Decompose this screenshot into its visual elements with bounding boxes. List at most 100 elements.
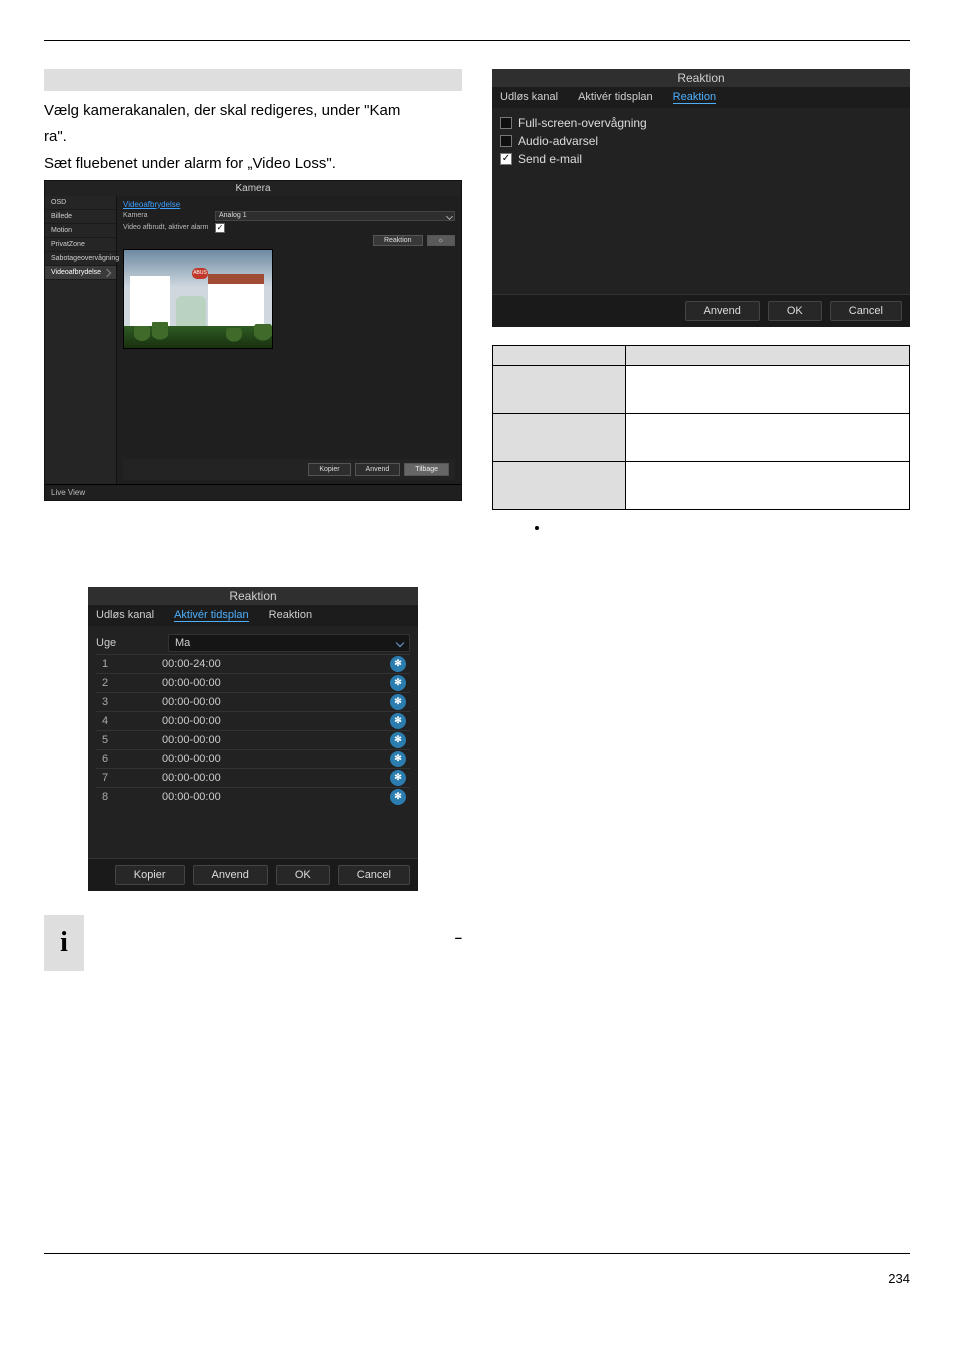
menu-sabotage[interactable]: Sabotageovervågning <box>45 252 116 266</box>
settings-icon[interactable]: ✻ <box>390 789 406 805</box>
row-index: 4 <box>96 712 156 730</box>
table-row <box>493 414 910 462</box>
menu-billede[interactable]: Billede <box>45 210 116 224</box>
tab-aktiver-tidsplan[interactable]: Aktivér tidsplan <box>174 609 249 622</box>
reaction-item[interactable]: Full-screen-overvågning <box>500 114 902 132</box>
settings-icon[interactable]: ✻ <box>390 713 406 729</box>
info-icon: i <box>44 915 84 971</box>
menu-motion[interactable]: Motion <box>45 224 116 238</box>
row-index: 2 <box>96 674 156 692</box>
reaction-body: Full-screen-overvågning Audio-advarselSen… <box>492 108 910 294</box>
abus-sign: ABUS <box>192 268 208 279</box>
camera-preview: ABUS <box>123 249 273 349</box>
tab-udlos-kanal[interactable]: Udløs kanal <box>96 609 154 622</box>
menu-videoafbrydelse[interactable]: Videoafbrydelse <box>45 266 116 280</box>
settings-icon[interactable]: ✻ <box>390 770 406 786</box>
alarm-checkbox[interactable] <box>215 223 225 233</box>
schedule-row: 600:00-00:00✻ <box>96 749 410 768</box>
left-column: Vælg kamerakanalen, der skal redigeres, … <box>44 69 462 971</box>
reaktion-button[interactable]: Reaktion <box>373 235 423 246</box>
reaction-title: Reaktion <box>492 69 910 87</box>
anvend-button[interactable]: Anvend <box>193 865 268 885</box>
intro-text-3: Sæt fluebenet under alarm for „Video Los… <box>44 154 462 174</box>
tilbage-button[interactable]: Tilbage <box>404 463 449 476</box>
settings-icon[interactable]: ✻ <box>390 751 406 767</box>
tab-udlos-kanal[interactable]: Udløs kanal <box>500 91 558 104</box>
row-time[interactable]: 00:00-00:00 <box>156 731 390 749</box>
settings-icon[interactable]: ✻ <box>390 732 406 748</box>
schedule-row: 500:00-00:00✻ <box>96 730 410 749</box>
row-time[interactable]: 00:00-00:00 <box>156 693 390 711</box>
page: Vælg kamerakanalen, der skal redigeres, … <box>0 0 954 1350</box>
section-heading-placeholder <box>44 69 462 91</box>
reaction-checkbox[interactable] <box>500 135 512 147</box>
tab-aktiver-tidsplan[interactable]: Aktivér tidsplan <box>578 91 653 104</box>
chevron-down-icon <box>446 213 453 220</box>
schedule-row: 300:00-00:00✻ <box>96 692 410 711</box>
schedule-body: Uge Ma 100:00-24:00✻200:00-00:00✻300:00-… <box>88 626 418 858</box>
schedule-dialog: Reaktion Udløs kanal Aktivér tidsplan Re… <box>88 587 418 891</box>
schedule-row: 200:00-00:00✻ <box>96 673 410 692</box>
reaction-checkbox[interactable] <box>500 117 512 129</box>
cancel-button[interactable]: Cancel <box>338 865 410 885</box>
schedule-row: 800:00-00:00✻ <box>96 787 410 806</box>
kamera-panel-title: Kamera <box>45 181 461 196</box>
cancel-button[interactable]: Cancel <box>830 301 902 321</box>
row-kamera: Kamera Analog 1 <box>123 211 455 221</box>
note-text: placeholder placeholder placeholder plac… <box>98 915 462 933</box>
day-select[interactable]: Ma <box>168 634 410 652</box>
reaction-footer: Anvend OK Cancel <box>492 294 910 327</box>
table-row <box>493 462 910 510</box>
row-kamera-label: Kamera <box>123 212 211 219</box>
row-index: 3 <box>96 693 156 711</box>
schedule-row: 400:00-00:00✻ <box>96 711 410 730</box>
row-index: 8 <box>96 788 156 806</box>
kopier-button[interactable]: Kopier <box>308 463 350 476</box>
right-column: Reaktion Udløs kanal Aktivér tidsplan Re… <box>492 69 910 971</box>
row-index: 5 <box>96 731 156 749</box>
kopier-button[interactable]: Kopier <box>115 865 185 885</box>
tab-reaktion[interactable]: Reaktion <box>269 609 312 622</box>
row-time[interactable]: 00:00-00:00 <box>156 712 390 730</box>
reaction-dialog: Reaktion Udløs kanal Aktivér tidsplan Re… <box>492 69 910 327</box>
row-time[interactable]: 00:00-00:00 <box>156 788 390 806</box>
bullet-item <box>550 520 910 535</box>
live-view-link[interactable]: Live View <box>45 484 461 500</box>
settings-icon[interactable]: ✻ <box>390 694 406 710</box>
ok-button[interactable]: OK <box>276 865 330 885</box>
row-alarm-label: Video afbrudt, aktiver alarm <box>123 224 211 231</box>
row-time[interactable]: 00:00-24:00 <box>156 655 390 673</box>
bottom-rule <box>44 1253 910 1254</box>
page-number: 234 <box>888 1271 910 1286</box>
schedule-row: 100:00-24:00✻ <box>96 654 410 673</box>
tab-reaktion[interactable]: Reaktion <box>673 91 716 104</box>
schedule-tabs: Udløs kanal Aktivér tidsplan Reaktion <box>88 605 418 626</box>
row-time[interactable]: 00:00-00:00 <box>156 750 390 768</box>
anvend-button[interactable]: Anvend <box>685 301 760 321</box>
row-time[interactable]: 00:00-00:00 <box>156 769 390 787</box>
chevron-down-icon <box>396 639 404 647</box>
menu-privatzone[interactable]: PrivatZone <box>45 238 116 252</box>
reaktion-settings-button[interactable]: ☼ <box>427 235 455 246</box>
kamera-select[interactable]: Analog 1 <box>215 211 455 221</box>
ok-button[interactable]: OK <box>768 301 822 321</box>
settings-icon[interactable]: ✻ <box>390 675 406 691</box>
settings-icon[interactable]: ✻ <box>390 656 406 672</box>
reaction-item-label: Full-screen-overvågning <box>518 116 647 130</box>
row-index: 6 <box>96 750 156 768</box>
anvend-button[interactable]: Anvend <box>355 463 401 476</box>
videoafbrydelse-link[interactable]: Videoafbrydelse <box>123 200 455 209</box>
reaction-tabs: Udløs kanal Aktivér tidsplan Reaktion <box>492 87 910 108</box>
row-alarm: Video afbrudt, aktiver alarm <box>123 223 455 233</box>
row-time[interactable]: 00:00-00:00 <box>156 674 390 692</box>
kamera-footer: Kopier Anvend Tilbage <box>123 459 455 480</box>
reaction-item[interactable]: Send e-mail <box>500 150 902 168</box>
chevron-right-icon <box>103 269 111 277</box>
menu-osd[interactable]: OSD <box>45 196 116 210</box>
row-index: 7 <box>96 769 156 787</box>
schedule-title: Reaktion <box>88 587 418 605</box>
reaction-item[interactable]: Audio-advarsel <box>500 132 902 150</box>
reaction-checkbox[interactable] <box>500 153 512 165</box>
table-row <box>493 366 910 414</box>
intro-text-2: ra". <box>44 127 462 147</box>
